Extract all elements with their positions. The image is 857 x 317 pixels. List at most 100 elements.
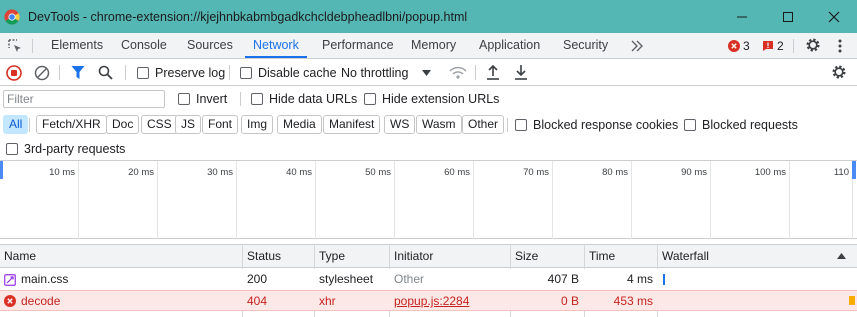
column-header-time[interactable]: Time — [585, 245, 615, 267]
hide-data-urls-checkbox[interactable]: Hide data URLs — [251, 86, 357, 112]
error-icon — [728, 39, 740, 52]
overview-tick-label: 70 ms — [523, 167, 549, 178]
type-chip-css[interactable]: CSS — [141, 115, 178, 134]
tab-security[interactable]: Security — [563, 33, 608, 58]
overview-tick-label: 100 ms — [754, 167, 786, 178]
third-party-requests-checkbox[interactable]: 3rd-party requests — [6, 137, 125, 160]
table-row[interactable]: decode 404 xhr popup.js:2284 0 B 453 ms — [0, 290, 857, 311]
column-header-status[interactable]: Status — [243, 245, 281, 267]
request-time: 4 ms — [626, 272, 653, 286]
tab-memory[interactable]: Memory — [411, 33, 456, 58]
invert-label: Invert — [196, 92, 228, 106]
blocked-requests-box[interactable] — [684, 118, 696, 131]
disable-cache-checkbox[interactable]: Disable cache — [240, 59, 337, 86]
issues-counter[interactable]: 2 — [762, 33, 784, 58]
search-icon[interactable] — [98, 65, 113, 80]
title-bar: DevTools - chrome-extension://kjejhnbkab… — [0, 0, 857, 33]
type-chip-other[interactable]: Other — [462, 115, 505, 134]
tab-sources[interactable]: Sources — [187, 33, 233, 58]
type-chip-ws[interactable]: WS — [384, 115, 416, 134]
clear-icon[interactable] — [34, 65, 50, 81]
waterfall-bar — [663, 274, 665, 285]
type-chip-js[interactable]: JS — [175, 115, 202, 134]
import-har-icon[interactable] — [486, 64, 500, 80]
blocked-response-cookies-label: Blocked response cookies — [533, 117, 679, 132]
overview-tick — [315, 161, 316, 239]
type-chip-doc[interactable]: Doc — [106, 115, 140, 134]
network-settings-icon[interactable] — [831, 64, 847, 80]
request-type: xhr — [319, 294, 336, 308]
column-header-type[interactable]: Type — [315, 245, 345, 267]
errors-counter[interactable]: 3 — [728, 33, 750, 58]
overview-range-end-handle[interactable] — [852, 161, 856, 179]
tab-console[interactable]: Console — [121, 33, 167, 58]
resource-type-filters: All Fetch/XHR Doc CSS JS Font Img Media … — [0, 112, 857, 137]
issues-count: 2 — [777, 38, 784, 53]
request-initiator-link[interactable]: popup.js:2284 — [394, 291, 469, 312]
filter-input[interactable] — [3, 90, 165, 108]
minimize-button[interactable] — [719, 0, 765, 33]
type-chip-font[interactable]: Font — [202, 115, 239, 134]
tab-elements[interactable]: Elements — [51, 33, 103, 58]
hide-extension-urls-checkbox[interactable]: Hide extension URLs — [364, 86, 499, 112]
overview-tick — [394, 161, 395, 239]
type-chip-fetch-xhr[interactable]: Fetch/XHR — [36, 115, 107, 134]
disable-cache-box[interactable] — [240, 66, 252, 79]
overview-tick-label: 30 ms — [207, 167, 233, 178]
type-chip-media[interactable]: Media — [277, 115, 322, 134]
overview-tick-label: 110 — [833, 167, 849, 178]
blocked-response-cookies-box[interactable] — [515, 118, 527, 131]
hide-data-urls-label: Hide data URLs — [269, 92, 358, 106]
requests-table-header: Name Status Type Initiator Size Time Wat… — [0, 244, 857, 268]
more-tabs-icon[interactable] — [630, 40, 644, 52]
throttling-select[interactable]: No throttling — [341, 59, 432, 86]
type-chip-manifest[interactable]: Manifest — [323, 115, 381, 134]
request-name[interactable]: main.css — [21, 269, 68, 290]
maximize-button[interactable] — [765, 0, 811, 33]
record-stop-icon[interactable] — [6, 65, 22, 81]
column-header-waterfall[interactable]: Waterfall — [658, 245, 709, 267]
column-header-size[interactable]: Size — [511, 245, 538, 267]
third-party-requests-box[interactable] — [6, 142, 18, 155]
filter-funnel-icon[interactable] — [71, 65, 85, 80]
timeline-overview[interactable]: 10 ms 20 ms 30 ms 40 ms 50 ms 60 ms 70 m… — [0, 161, 857, 239]
request-type: stylesheet — [319, 272, 374, 286]
hide-extension-urls-box[interactable] — [364, 93, 376, 105]
export-har-icon[interactable] — [514, 64, 528, 80]
more-options-icon[interactable] — [837, 38, 843, 54]
error-icon — [4, 295, 16, 307]
type-chip-img[interactable]: Img — [241, 115, 274, 134]
close-icon — [828, 11, 840, 22]
overview-tick-label: 40 ms — [286, 167, 312, 178]
column-header-initiator[interactable]: Initiator — [390, 245, 433, 267]
invert-checkbox[interactable]: Invert — [178, 86, 227, 112]
invert-box[interactable] — [178, 93, 190, 105]
type-chip-wasm[interactable]: Wasm — [416, 115, 462, 134]
request-size: 0 B — [560, 294, 579, 308]
preserve-log-box[interactable] — [137, 66, 149, 79]
request-name[interactable]: decode — [21, 291, 60, 312]
blocked-requests-checkbox[interactable]: Blocked requests — [684, 112, 798, 137]
overview-tick — [552, 161, 553, 239]
blocked-response-cookies-checkbox[interactable]: Blocked response cookies — [515, 112, 678, 137]
filter-bar: Invert Hide data URLs Hide extension URL… — [0, 86, 857, 112]
type-chip-all[interactable]: All — [3, 115, 29, 134]
throttling-value: No throttling — [341, 65, 409, 80]
minimize-icon — [737, 16, 747, 17]
preserve-log-checkbox[interactable]: Preserve log — [137, 59, 225, 86]
inspect-element-icon[interactable] — [7, 38, 23, 54]
close-window-button[interactable] — [811, 0, 857, 33]
overview-range-start-handle[interactable] — [0, 161, 3, 179]
table-row[interactable]: main.css 200 stylesheet Other 407 B 4 ms — [0, 269, 857, 290]
tab-performance[interactable]: Performance — [322, 33, 394, 58]
overview-tick-label: 60 ms — [444, 167, 470, 178]
tab-network[interactable]: Network — [245, 33, 307, 58]
tab-application[interactable]: Application — [479, 33, 540, 58]
sort-ascending-icon[interactable] — [837, 253, 846, 259]
settings-gear-icon[interactable] — [805, 37, 821, 53]
hide-data-urls-box[interactable] — [251, 93, 263, 105]
column-header-name[interactable]: Name — [0, 245, 36, 267]
network-conditions-icon[interactable] — [449, 65, 467, 80]
window-title: DevTools - chrome-extension://kjejhnbkab… — [28, 9, 468, 24]
third-party-filter-row: 3rd-party requests — [0, 137, 857, 161]
